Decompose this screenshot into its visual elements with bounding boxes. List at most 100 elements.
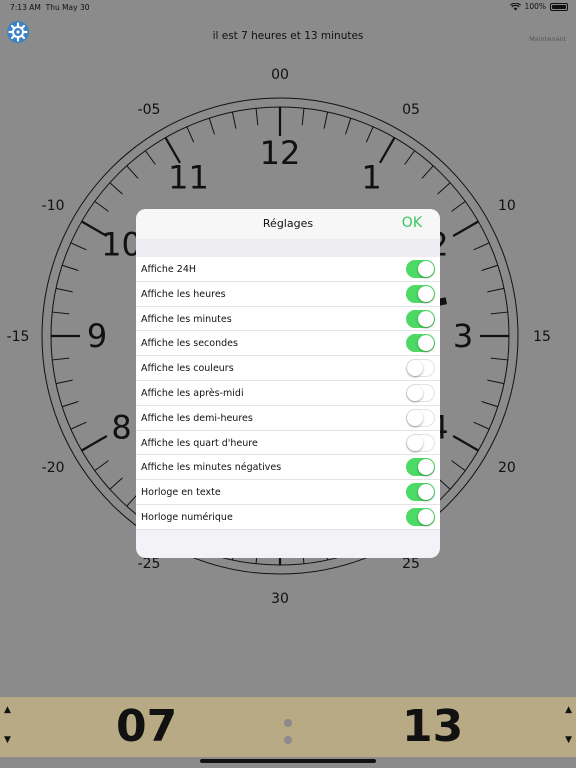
minute-label: 30: [271, 591, 289, 607]
now-button[interactable]: Maintenant: [529, 35, 566, 43]
battery-icon: [550, 2, 568, 11]
settings-title: Réglages: [262, 217, 314, 230]
separator-dot-bottom: [284, 736, 292, 744]
status-date: Thu May 30: [45, 3, 90, 12]
settings-row-label: Affiche les demi-heures: [141, 412, 253, 424]
home-indicator: [200, 759, 376, 763]
toggle-knob: [418, 285, 434, 302]
minute-tick: [490, 311, 508, 315]
minute-tick: [473, 421, 490, 430]
settings-row-label: Affiche les minutes: [141, 313, 232, 325]
hour-tick: [379, 137, 396, 164]
minute-tick: [94, 460, 109, 472]
minute-tick: [109, 477, 123, 490]
settings-row-label: Affiche les quart d'heure: [141, 437, 258, 449]
minute-tick: [70, 242, 87, 251]
toggle-switch[interactable]: [406, 408, 435, 427]
status-time-date: 7:13 AM Thu May 30: [10, 3, 90, 12]
minute-label: -25: [138, 556, 161, 572]
minute-tick: [126, 165, 139, 179]
settings-row: Affiche les couleurs: [136, 356, 440, 381]
status-bar: 7:13 AM Thu May 30 100%: [0, 0, 576, 16]
minute-tick: [62, 264, 79, 271]
toggle-switch[interactable]: [406, 458, 435, 477]
toggle-knob: [418, 508, 434, 525]
settings-row-label: Affiche les minutes négatives: [141, 462, 282, 474]
minute-tick: [301, 108, 305, 126]
toggle-knob: [418, 310, 434, 327]
battery-percent: 100%: [524, 2, 546, 11]
settings-row: Affiche les demi-heures: [136, 405, 440, 431]
status-right: 100%: [509, 2, 568, 11]
settings-row: Affiche les après-midi: [136, 380, 440, 406]
wifi-icon: [509, 2, 521, 10]
settings-modal: Réglages OK Affiche 24H Affiche les heure…: [136, 209, 440, 558]
settings-row: Affiche les secondes: [136, 331, 440, 357]
minute-tick: [94, 200, 109, 212]
minute-tick: [323, 111, 329, 129]
minute-tick: [231, 111, 237, 129]
toggle-switch[interactable]: [406, 383, 435, 402]
toggle-switch[interactable]: [406, 507, 435, 526]
hours-value: 07: [116, 701, 178, 752]
settings-header: Réglages OK: [136, 209, 440, 239]
minute-tick: [186, 126, 195, 143]
minute-label: -05: [138, 102, 161, 118]
toggle-switch[interactable]: [406, 334, 435, 353]
minute-label: 15: [533, 329, 551, 345]
minute-tick: [404, 150, 416, 165]
minutes-down-arrow[interactable]: ▼: [565, 735, 572, 745]
toggle-knob: [407, 360, 423, 377]
ok-button[interactable]: OK: [402, 215, 422, 231]
minutes-up-arrow[interactable]: ▲: [565, 705, 572, 715]
minute-label: 05: [402, 102, 420, 118]
minute-label: 20: [498, 460, 516, 476]
hours-down-arrow[interactable]: ▼: [4, 735, 11, 745]
settings-row-label: Affiche les heures: [141, 288, 226, 300]
minute-tick: [481, 264, 498, 271]
settings-list: Affiche 24H Affiche les heures Affiche les…: [136, 257, 440, 530]
hour-tick: [452, 220, 479, 237]
hour-label: 11: [168, 159, 209, 197]
hours-up-arrow[interactable]: ▲: [4, 705, 11, 715]
hour-label: 12: [260, 134, 301, 172]
minute-tick: [481, 401, 498, 408]
toggle-switch[interactable]: [406, 284, 435, 303]
minute-label: -15: [7, 329, 30, 345]
settings-row-label: Horloge en texte: [141, 487, 221, 499]
toggle-knob: [407, 384, 423, 401]
toggle-knob: [418, 335, 434, 352]
hour-tick: [81, 435, 108, 452]
toggle-knob: [418, 484, 434, 501]
minute-tick: [52, 311, 70, 315]
minute-label: 10: [498, 198, 516, 214]
toggle-switch[interactable]: [406, 309, 435, 328]
toggle-switch[interactable]: [406, 260, 435, 278]
minute-tick: [437, 182, 451, 195]
minute-tick: [144, 150, 156, 165]
hour-label: 3: [453, 317, 473, 355]
minute-tick: [55, 379, 73, 385]
minute-tick: [487, 287, 505, 293]
settings-row: Horloge en texte: [136, 480, 440, 505]
toggle-knob: [407, 409, 423, 426]
settings-row: Affiche 24H: [136, 257, 440, 282]
minute-tick: [208, 118, 215, 135]
toggle-switch[interactable]: [406, 359, 435, 378]
settings-row-label: Affiche 24H: [141, 264, 197, 275]
toggle-knob: [407, 434, 423, 451]
digital-clock: ▲ ▼ 07 13 ▲ ▼: [0, 697, 576, 757]
minute-tick: [345, 118, 352, 135]
hour-tick: [452, 435, 479, 452]
settings-row-label: Affiche les secondes: [141, 338, 238, 350]
minutes-value: 13: [402, 701, 464, 752]
toggle-switch[interactable]: [406, 483, 435, 502]
minute-label: 00: [271, 67, 289, 83]
settings-row-label: Affiche les couleurs: [141, 363, 234, 375]
toggle-switch[interactable]: [406, 433, 435, 452]
hour-label: 9: [87, 317, 107, 355]
settings-row: Affiche les heures: [136, 281, 440, 307]
minute-tick: [62, 401, 79, 408]
time-text-title: il est 7 heures et 13 minutes: [212, 30, 364, 42]
minute-tick: [55, 287, 73, 293]
